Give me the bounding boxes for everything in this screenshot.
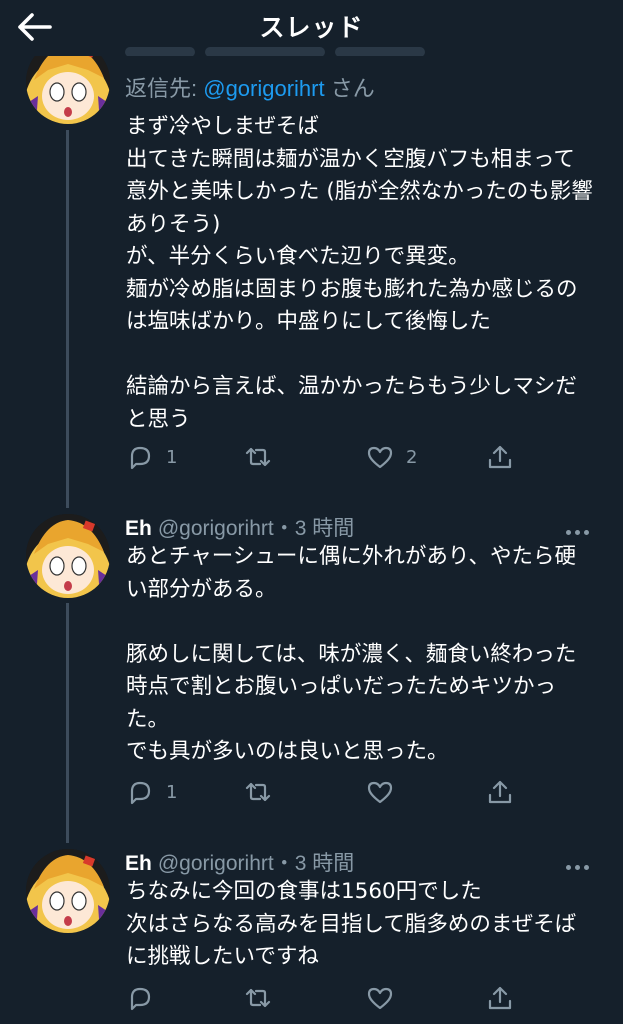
reply-to-mention[interactable]: @gorigorihrt	[203, 76, 324, 101]
reply-button[interactable]: 1	[126, 442, 177, 472]
heart-icon	[367, 781, 393, 804]
reply-to-line: 返信先: @gorigorihrt さん	[125, 71, 375, 103]
retweet-icon	[245, 447, 271, 467]
more-icon	[566, 520, 593, 539]
retweet-icon	[245, 782, 271, 802]
tweet-text: まず冷やしまぜそば 出てきた瞬間は麺が温かく空腹バフも相まって意外と美味しかった…	[126, 114, 593, 432]
reply-icon	[130, 446, 151, 470]
retweet-icon	[245, 988, 271, 1008]
tweet[interactable]: Eh @gorigorihrt・3 時間 ちなみに今回の食事は1560円でした 次…	[0, 835, 623, 1024]
share-button[interactable]	[486, 983, 514, 1013]
avatar[interactable]	[26, 514, 110, 598]
tweet-actions	[126, 983, 586, 1015]
user-handle[interactable]: @gorigorihrt	[158, 517, 274, 540]
tweet-text: あとチャーシューに偶に外れがあり、やたら硬い部分がある。 豚めしに関しては、味が…	[126, 544, 577, 764]
like-button[interactable]: 2	[366, 442, 417, 472]
tweet[interactable]: 返信先: @gorigorihrt さん まず冷やしまぜそば 出てきた瞬間は麺が…	[0, 0, 623, 500]
share-button[interactable]	[486, 777, 514, 807]
page-title: スレッド	[259, 13, 364, 42]
avatar-image	[26, 849, 110, 933]
partial-previous-row	[125, 42, 455, 56]
tweet-actions: 1 2	[126, 442, 586, 474]
reply-count: 1	[166, 781, 178, 803]
retweet-button[interactable]	[244, 777, 272, 807]
avatar-image	[26, 514, 110, 598]
more-icon	[566, 855, 593, 874]
reply-button[interactable]	[126, 983, 166, 1013]
retweet-button[interactable]	[244, 442, 272, 472]
reply-icon	[130, 987, 151, 1011]
top-bar: スレッド	[0, 0, 623, 56]
heart-icon	[367, 987, 393, 1010]
more-button[interactable]	[566, 855, 596, 870]
tweet-header: Eh @gorigorihrt・3 時間	[125, 847, 354, 877]
tweet-time: ・3 時間	[273, 517, 355, 540]
avatar[interactable]	[26, 849, 110, 933]
share-icon	[488, 986, 512, 1010]
share-icon	[488, 780, 512, 804]
tweet-time: ・3 時間	[273, 852, 355, 875]
share-icon	[488, 445, 512, 469]
like-button[interactable]	[366, 777, 406, 807]
more-button[interactable]	[566, 520, 596, 535]
tweet-text: ちなみに今回の食事は1560円でした 次はさらなる高みを目指して脂多めのまぜそば…	[126, 879, 577, 969]
user-handle[interactable]: @gorigorihrt	[158, 852, 274, 875]
reply-to-prefix: 返信先:	[125, 76, 204, 101]
tweet-actions: 1	[126, 777, 586, 809]
like-count: 2	[406, 446, 418, 468]
heart-icon	[367, 446, 393, 469]
tweet[interactable]: Eh @gorigorihrt・3 時間 あとチャーシューに偶に外れがあり、やたら…	[0, 500, 623, 835]
reply-count: 1	[166, 446, 178, 468]
reply-to-suffix: さん	[324, 76, 375, 101]
reply-button[interactable]: 1	[126, 777, 177, 807]
retweet-button[interactable]	[244, 983, 272, 1013]
share-button[interactable]	[486, 442, 514, 472]
display-name[interactable]: Eh	[125, 852, 152, 875]
display-name[interactable]: Eh	[125, 517, 152, 540]
tweet-header: Eh @gorigorihrt・3 時間	[125, 512, 354, 542]
reply-icon	[130, 781, 151, 805]
like-button[interactable]	[366, 983, 406, 1013]
